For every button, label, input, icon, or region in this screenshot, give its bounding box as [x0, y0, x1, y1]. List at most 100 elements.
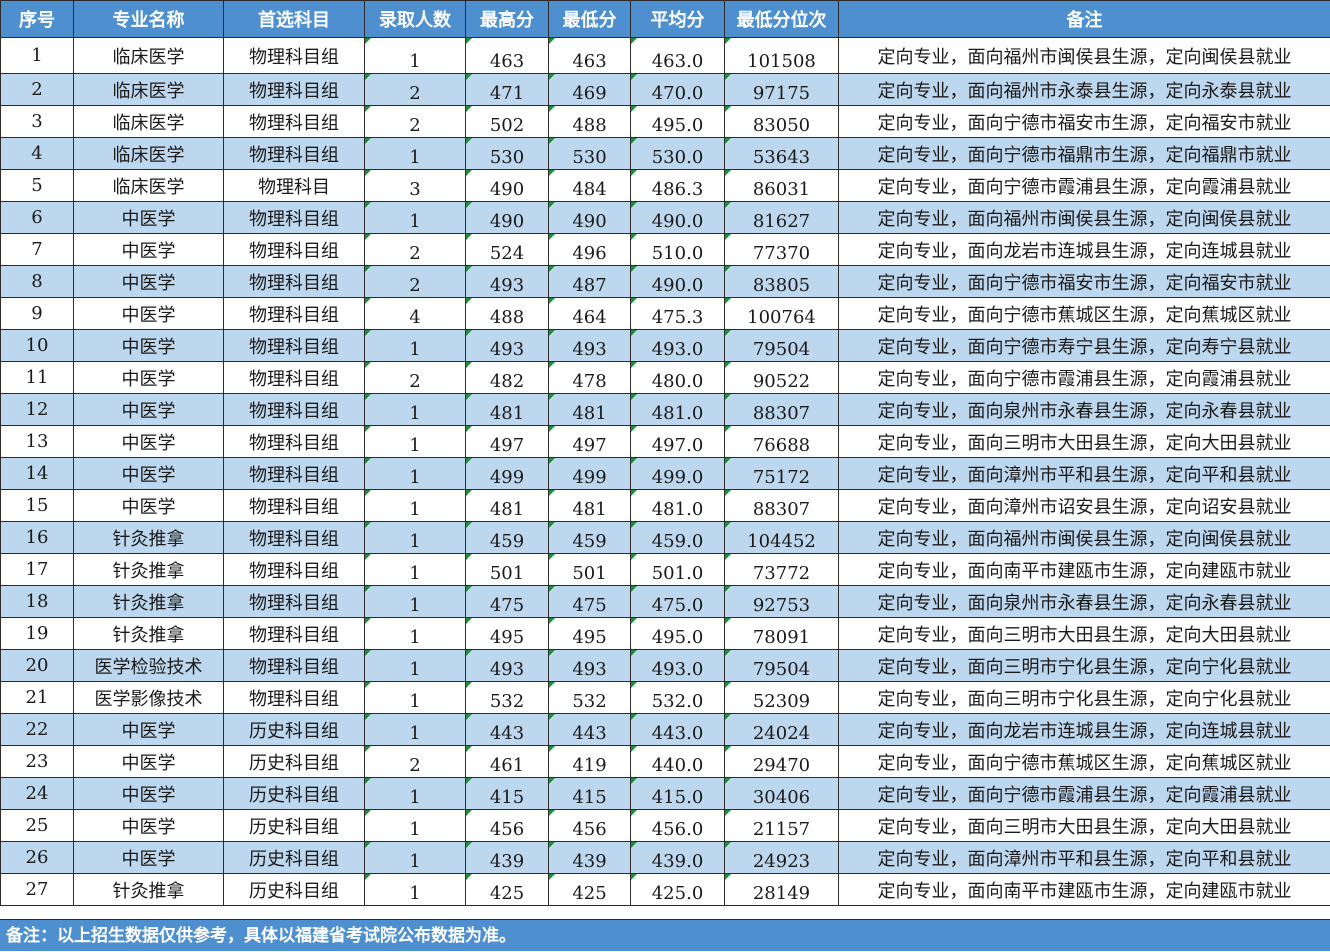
cell-min: 443 — [549, 714, 631, 746]
cell-subject: 物理科目组 — [224, 362, 365, 394]
cell-rank: 78091 — [725, 618, 839, 650]
table-row: 15中医学物理科目组1481481481.088307定向专业，面向漳州市诏安县… — [1, 490, 1330, 522]
cell-rank: 53643 — [725, 138, 839, 170]
cell-note: 定向专业，面向泉州市永春县生源，定向永春县就业 — [839, 586, 1330, 618]
table-row: 13中医学物理科目组1497497497.076688定向专业，面向三明市大田县… — [1, 426, 1330, 458]
cell-enrolled: 2 — [365, 746, 466, 778]
cell-avg: 459.0 — [631, 522, 725, 554]
cell-rank: 77370 — [725, 234, 839, 266]
cell-min: 530 — [549, 138, 631, 170]
header-enrolled: 录取人数 — [365, 1, 466, 38]
cell-rank: 90522 — [725, 362, 839, 394]
table-row: 23中医学历史科目组2461419440.029470定向专业，面向宁德市蕉城区… — [1, 746, 1330, 778]
cell-idx: 9 — [1, 298, 74, 330]
cell-idx: 10 — [1, 330, 74, 362]
cell-subject: 物理科目组 — [224, 426, 365, 458]
cell-min: 532 — [549, 682, 631, 714]
cell-idx: 22 — [1, 714, 74, 746]
cell-idx: 23 — [1, 746, 74, 778]
cell-major: 中医学 — [74, 778, 224, 810]
header-idx: 序号 — [1, 1, 74, 38]
cell-max: 497 — [466, 426, 549, 458]
cell-note: 定向专业，面向宁德市蕉城区生源，定向蕉城区就业 — [839, 298, 1330, 330]
cell-idx: 12 — [1, 394, 74, 426]
cell-subject: 物理科目组 — [224, 266, 365, 298]
cell-min: 464 — [549, 298, 631, 330]
cell-rank: 83050 — [725, 106, 839, 138]
cell-idx: 21 — [1, 682, 74, 714]
cell-max: 456 — [466, 810, 549, 842]
cell-note: 定向专业，面向宁德市福鼎市生源，定向福鼎市就业 — [839, 138, 1330, 170]
cell-rank: 81627 — [725, 202, 839, 234]
cell-max: 481 — [466, 394, 549, 426]
cell-enrolled: 2 — [365, 74, 466, 106]
cell-idx: 13 — [1, 426, 74, 458]
cell-avg: 443.0 — [631, 714, 725, 746]
cell-subject: 物理科目组 — [224, 202, 365, 234]
cell-idx: 25 — [1, 810, 74, 842]
header-note: 备注 — [839, 1, 1330, 38]
cell-idx: 8 — [1, 266, 74, 298]
cell-enrolled: 1 — [365, 618, 466, 650]
header-max: 最高分 — [466, 1, 549, 38]
cell-avg: 490.0 — [631, 202, 725, 234]
cell-min: 487 — [549, 266, 631, 298]
table-row: 26中医学历史科目组1439439439.024923定向专业，面向漳州市平和县… — [1, 842, 1330, 874]
cell-max: 488 — [466, 298, 549, 330]
cell-avg: 532.0 — [631, 682, 725, 714]
table-row: 27针灸推拿历史科目组1425425425.028149定向专业，面向南平市建瓯… — [1, 874, 1330, 906]
cell-note: 定向专业，面向南平市建瓯市生源，定向建瓯市就业 — [839, 874, 1330, 906]
cell-idx: 6 — [1, 202, 74, 234]
header-min: 最低分 — [549, 1, 631, 38]
cell-enrolled: 2 — [365, 106, 466, 138]
cell-min: 493 — [549, 650, 631, 682]
table-row: 8中医学物理科目组2493487490.083805定向专业，面向宁德市福安市生… — [1, 266, 1330, 298]
cell-avg: 481.0 — [631, 490, 725, 522]
cell-idx: 18 — [1, 586, 74, 618]
cell-subject: 物理科目组 — [224, 682, 365, 714]
cell-idx: 3 — [1, 106, 74, 138]
table-body: 1临床医学物理科目组1463463463.0101508定向专业，面向福州市闽侯… — [1, 38, 1330, 906]
cell-max: 530 — [466, 138, 549, 170]
cell-max: 459 — [466, 522, 549, 554]
cell-min: 419 — [549, 746, 631, 778]
cell-major: 中医学 — [74, 426, 224, 458]
cell-idx: 17 — [1, 554, 74, 586]
cell-idx: 5 — [1, 170, 74, 202]
table-row: 14中医学物理科目组1499499499.075172定向专业，面向漳州市平和县… — [1, 458, 1330, 490]
cell-avg: 530.0 — [631, 138, 725, 170]
cell-major: 针灸推拿 — [74, 874, 224, 906]
cell-subject: 物理科目组 — [224, 490, 365, 522]
cell-avg: 439.0 — [631, 842, 725, 874]
cell-max: 475 — [466, 586, 549, 618]
header-major: 专业名称 — [74, 1, 224, 38]
cell-major: 中医学 — [74, 458, 224, 490]
cell-subject: 物理科目组 — [224, 298, 365, 330]
cell-idx: 4 — [1, 138, 74, 170]
cell-major: 医学检验技术 — [74, 650, 224, 682]
cell-min: 501 — [549, 554, 631, 586]
cell-max: 481 — [466, 490, 549, 522]
cell-idx: 26 — [1, 842, 74, 874]
table-row: 2临床医学物理科目组2471469470.097175定向专业，面向福州市永泰县… — [1, 74, 1330, 106]
cell-avg: 456.0 — [631, 810, 725, 842]
cell-enrolled: 2 — [365, 234, 466, 266]
cell-enrolled: 1 — [365, 138, 466, 170]
cell-min: 425 — [549, 874, 631, 906]
cell-avg: 497.0 — [631, 426, 725, 458]
cell-enrolled: 2 — [365, 362, 466, 394]
cell-subject: 物理科目组 — [224, 554, 365, 586]
table-row: 18针灸推拿物理科目组1475475475.092753定向专业，面向泉州市永春… — [1, 586, 1330, 618]
table-row: 11中医学物理科目组2482478480.090522定向专业，面向宁德市霞浦县… — [1, 362, 1330, 394]
footnote: 备注：以上招生数据仅供参考，具体以福建省考试院公布数据为准。 — [0, 919, 1330, 951]
cell-max: 443 — [466, 714, 549, 746]
cell-max: 493 — [466, 650, 549, 682]
cell-max: 524 — [466, 234, 549, 266]
cell-avg: 493.0 — [631, 330, 725, 362]
header-rank: 最低分位次 — [725, 1, 839, 38]
cell-enrolled: 3 — [365, 170, 466, 202]
cell-rank: 52309 — [725, 682, 839, 714]
cell-min: 497 — [549, 426, 631, 458]
cell-major: 针灸推拿 — [74, 586, 224, 618]
cell-subject: 物理科目组 — [224, 138, 365, 170]
